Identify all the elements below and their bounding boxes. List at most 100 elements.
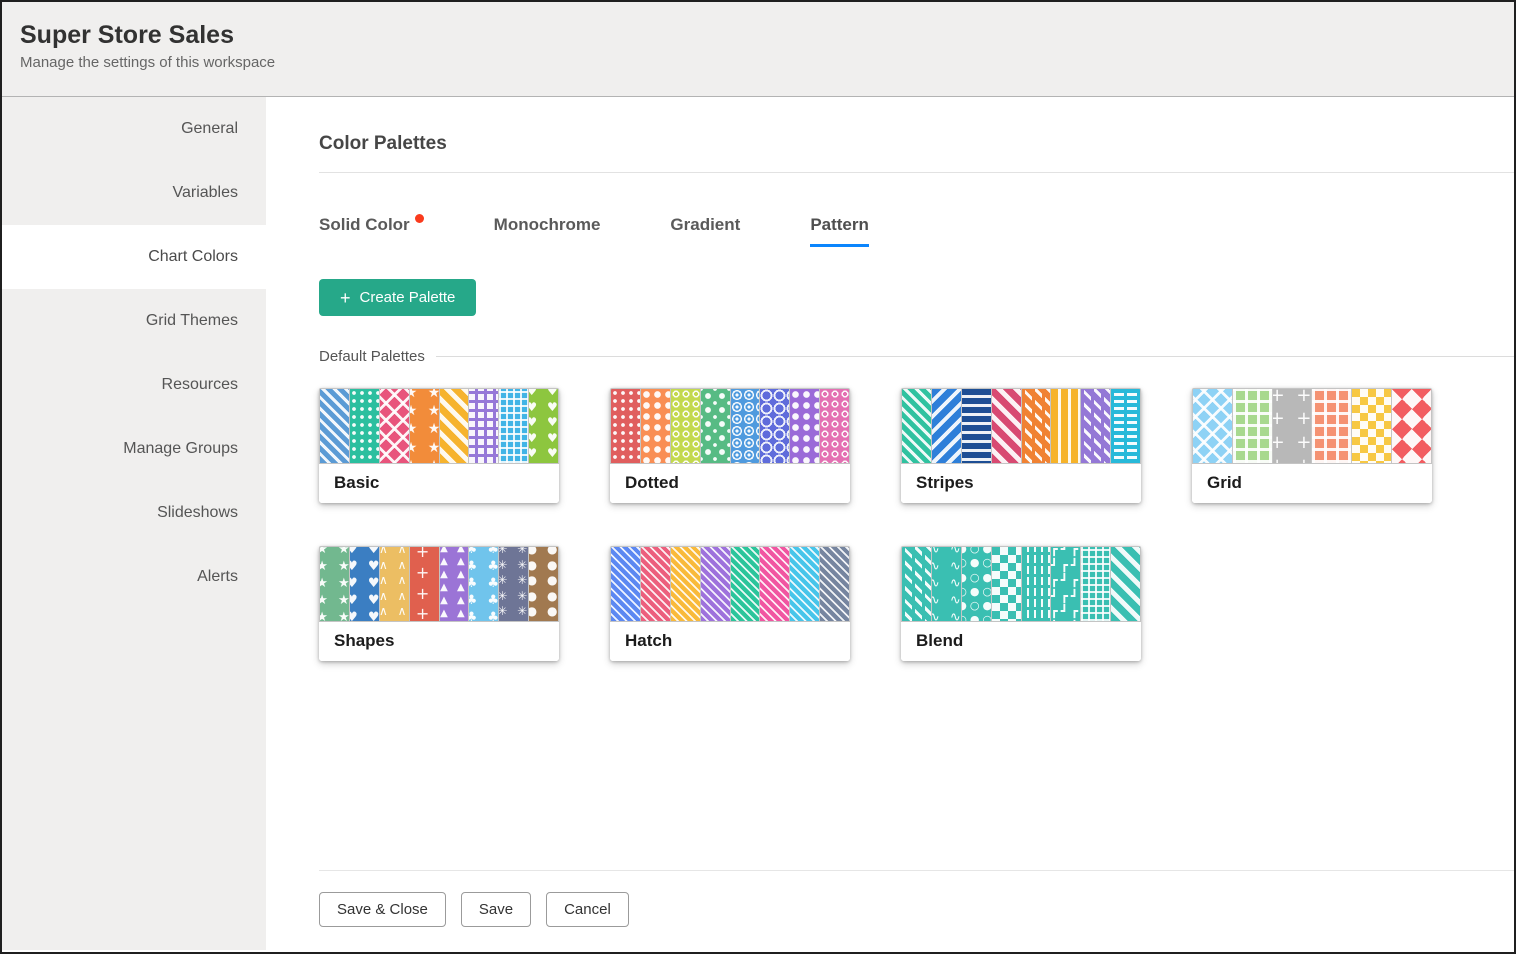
save-close-button[interactable]: Save & Close — [319, 892, 446, 927]
palette-name: Stripes — [901, 464, 1141, 503]
pattern-swatch: ∧ ∧ ∧ ∧ ∧ ∧ ∧ ∧ ∧ ∧ ∧ ∧ ∧ ∧ ∧ ∧ ∧ ∧ ∧ ∧ … — [380, 547, 409, 621]
sidebar-item-variables[interactable]: Variables — [2, 161, 266, 225]
sidebar-item-general[interactable]: General — [2, 97, 266, 161]
pattern-swatch: ✳ ✳ ✳ ✳ ✳ ✳ ✳ ✳ ✳ ✳ ✳ ✳ ✳ ✳ ✳ ✳ ✳ ✳ ✳ ✳ … — [499, 547, 528, 621]
palette-swatch-strip: ★ ★ ★ ★ ★ ★ ★ ★ ★ ★ ★ ★ ★ ★ ★ ★ ★ ★ ★ ★ … — [319, 546, 559, 622]
sidebar-item-manage-groups[interactable]: Manage Groups — [2, 417, 266, 481]
pattern-swatch — [671, 547, 700, 621]
settings-sidebar: GeneralVariablesChart ColorsGrid ThemesR… — [2, 97, 266, 950]
tab-gradient[interactable]: Gradient — [670, 215, 740, 247]
pattern-swatch — [1193, 389, 1232, 463]
pattern-swatch — [902, 389, 931, 463]
pattern-swatch — [469, 389, 498, 463]
pattern-swatch — [1233, 389, 1272, 463]
palette-swatch-strip: ★ ★ ★ ★ ★ ★ ★ ★ ★ ★ ★ ★ ★ ★ ★ ★ ★ ★ ★ ★ … — [319, 388, 559, 464]
palette-card-dotted[interactable]: Dotted — [610, 388, 850, 503]
palette-name: Grid — [1192, 464, 1432, 503]
palette-name: Blend — [901, 622, 1141, 661]
palette-swatch-strip — [610, 388, 850, 464]
workspace-title: Super Store Sales — [20, 21, 1514, 50]
pattern-glyph-icon: ★ ★ ★ ★ ★ ★ ★ ★ ★ ★ ★ ★ ★ ★ ★ ★ ★ ★ ★ ★ … — [320, 547, 349, 621]
pattern-swatch: ♥ ♥ ♥ ♥ ♥ ♥ ♥ ♥ ♥ ♥ ♥ ♥ ♥ ♥ ♥ ♥ ♥ ♥ ♥ ♥ … — [350, 547, 379, 621]
sidebar-item-chart-colors[interactable]: Chart Colors — [2, 225, 266, 289]
palette-card-basic[interactable]: ★ ★ ★ ★ ★ ★ ★ ★ ★ ★ ★ ★ ★ ★ ★ ★ ★ ★ ★ ★ … — [319, 388, 559, 503]
pattern-swatch — [962, 389, 991, 463]
pattern-swatch — [641, 547, 670, 621]
palette-swatch-strip — [901, 388, 1141, 464]
pattern-glyph-icon: + + + + + + + + + + + + + + + + + + + + … — [410, 547, 439, 621]
create-palette-button[interactable]: + Create Palette — [319, 279, 476, 316]
sidebar-item-grid-themes[interactable]: Grid Themes — [2, 289, 266, 353]
sidebar-item-resources[interactable]: Resources — [2, 353, 266, 417]
tab-solid-color[interactable]: Solid Color — [319, 215, 424, 247]
pattern-swatch — [760, 389, 789, 463]
pattern-swatch: ♥ ♥ ♥ ♥ ♥ ♥ ♥ ♥ ♥ ♥ ♥ ♥ ♥ ♥ ♥ ♥ ♥ ♥ ♥ ♥ … — [529, 389, 558, 463]
pattern-swatch — [731, 547, 760, 621]
pattern-swatch: ∿ ∿ ∿ ∿ ∿ ∿ ∿ ∿ ∿ ∿ ∿ ∿ ∿ ∿ ∿ ∿ ∿ ∿ ∿ ∿ … — [932, 547, 961, 621]
pattern-swatch — [932, 389, 961, 463]
pattern-swatch — [1352, 389, 1391, 463]
pattern-swatch: + + + + + + + + + + + + + + + + + + + + … — [410, 547, 439, 621]
pattern-swatch — [790, 389, 819, 463]
palette-swatch-strip: + + + + + + + + + + + + + + + + + + + + … — [1192, 388, 1432, 464]
pattern-swatch — [671, 389, 700, 463]
palette-card-hatch[interactable]: Hatch — [610, 546, 850, 661]
pattern-swatch: ★ ★ ★ ★ ★ ★ ★ ★ ★ ★ ★ ★ ★ ★ ★ ★ ★ ★ ★ ★ … — [320, 547, 349, 621]
pattern-swatch — [380, 389, 409, 463]
sidebar-item-alerts[interactable]: Alerts — [2, 545, 266, 609]
pattern-swatch — [701, 389, 730, 463]
section-divider — [436, 356, 1514, 357]
pattern-glyph-icon: ┏┛┏┛┏┛┏┛┏┛┏┛┏┛┏┛┏┛┏┛┏┛┏┛┏┛┏┛┏┛┏┛┏┛┏┛┏┛┏┛… — [1051, 547, 1080, 621]
tab-pattern[interactable]: Pattern — [810, 215, 869, 247]
tab-label: Pattern — [810, 215, 869, 234]
unsaved-changes-dot-icon — [415, 214, 424, 223]
pattern-swatch — [1081, 547, 1110, 621]
pattern-swatch — [641, 389, 670, 463]
palette-swatch-strip — [610, 546, 850, 622]
pattern-glyph-icon: ♥ ♥ ♥ ♥ ♥ ♥ ♥ ♥ ♥ ♥ ♥ ♥ ♥ ♥ ♥ ♥ ♥ ♥ ♥ ♥ … — [529, 389, 558, 463]
palette-card-stripes[interactable]: Stripes — [901, 388, 1141, 503]
palette-card-grid[interactable]: + + + + + + + + + + + + + + + + + + + + … — [1192, 388, 1432, 503]
pattern-swatch — [1051, 389, 1080, 463]
pattern-glyph-icon: ● ● ● ● ● ● ● ● ● ● ● ● ● ● ● ● ● ● ● ● … — [529, 547, 558, 621]
pattern-swatch: ★ ★ ★ ★ ★ ★ ★ ★ ★ ★ ★ ★ ★ ★ ★ ★ ★ ★ ★ ★ … — [410, 389, 439, 463]
pattern-swatch: ● ● ● ● ● ● ● ● ● ● ● ● ● ● ● ● ● ● ● ● … — [529, 547, 558, 621]
pattern-swatch — [820, 547, 849, 621]
pattern-glyph-icon: ♥ ♥ ♥ ♥ ♥ ♥ ♥ ♥ ♥ ♥ ♥ ♥ ♥ ♥ ♥ ♥ ♥ ♥ ♥ ♥ … — [350, 547, 379, 621]
workspace-header: Super Store Sales Manage the settings of… — [2, 2, 1514, 97]
tab-monochrome[interactable]: Monochrome — [494, 215, 601, 247]
pattern-glyph-icon: ♣ ♣ ♣ ♣ ♣ ♣ ♣ ♣ ♣ ♣ ♣ ♣ ♣ ♣ ♣ ♣ ♣ ♣ ♣ ♣ … — [469, 547, 498, 621]
tab-label: Solid Color — [319, 215, 410, 234]
pattern-swatch — [760, 547, 789, 621]
pattern-glyph-icon: ∧ ∧ ∧ ∧ ∧ ∧ ∧ ∧ ∧ ∧ ∧ ∧ ∧ ∧ ∧ ∧ ∧ ∧ ∧ ∧ … — [380, 547, 409, 621]
palette-card-grid: ★ ★ ★ ★ ★ ★ ★ ★ ★ ★ ★ ★ ★ ★ ★ ★ ★ ★ ★ ★ … — [319, 388, 1514, 661]
palette-card-shapes[interactable]: ★ ★ ★ ★ ★ ★ ★ ★ ★ ★ ★ ★ ★ ★ ★ ★ ★ ★ ★ ★ … — [319, 546, 559, 661]
cancel-button[interactable]: Cancel — [546, 892, 629, 927]
pattern-swatch — [701, 547, 730, 621]
section-label: Default Palettes — [319, 348, 425, 365]
footer-divider — [319, 870, 1514, 871]
palette-card-blend[interactable]: ∿ ∿ ∿ ∿ ∿ ∿ ∿ ∿ ∿ ∿ ∿ ∿ ∿ ∿ ∿ ∿ ∿ ∿ ∿ ∿ … — [901, 546, 1141, 661]
footer-bar: Save & Close Save Cancel — [319, 870, 1514, 950]
create-palette-label: Create Palette — [360, 289, 456, 306]
default-palettes-section: Default Palettes — [319, 348, 1514, 365]
pattern-swatch — [1081, 389, 1110, 463]
pattern-swatch — [1022, 547, 1051, 621]
pattern-glyph-icon: ✳ ✳ ✳ ✳ ✳ ✳ ✳ ✳ ✳ ✳ ✳ ✳ ✳ ✳ ✳ ✳ ✳ ✳ ✳ ✳ … — [499, 547, 528, 621]
tab-label: Gradient — [670, 215, 740, 234]
pattern-swatch: ▲ ▲ ▲ ▲ ▲ ▲ ▲ ▲ ▲ ▲ ▲ ▲ ▲ ▲ ▲ ▲ ▲ ▲ ▲ ▲ … — [440, 547, 469, 621]
pattern-swatch — [1022, 389, 1051, 463]
pattern-swatch — [611, 389, 640, 463]
pattern-swatch — [731, 389, 760, 463]
pattern-swatch — [992, 547, 1021, 621]
pattern-swatch — [992, 389, 1021, 463]
save-button[interactable]: Save — [461, 892, 531, 927]
sidebar-item-slideshows[interactable]: Slideshows — [2, 481, 266, 545]
pattern-swatch — [1111, 389, 1140, 463]
pattern-swatch — [499, 389, 528, 463]
pattern-glyph-icon: ★ ★ ★ ★ ★ ★ ★ ★ ★ ★ ★ ★ ★ ★ ★ ★ ★ ★ ★ ★ … — [410, 389, 439, 463]
pattern-glyph-icon: + + + + + + + + + + + + + + + + + + + + … — [1273, 389, 1312, 463]
pattern-swatch — [902, 547, 931, 621]
pattern-swatch — [350, 389, 379, 463]
page-title: Color Palettes — [319, 133, 1514, 155]
